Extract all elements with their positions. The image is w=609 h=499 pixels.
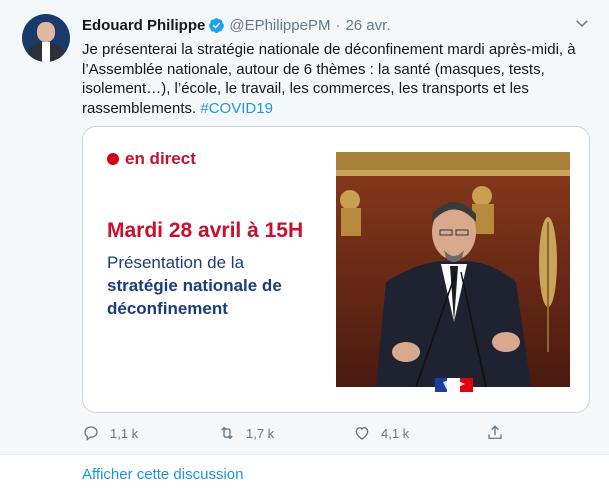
card-subtitle-line3: déconfinement	[107, 299, 228, 318]
reply-action[interactable]: 1,1 k	[82, 424, 138, 442]
tweet-footer: Afficher cette discussion	[0, 456, 609, 499]
live-label: en direct	[125, 149, 196, 168]
tweet-date[interactable]: 26 avr.	[345, 17, 390, 34]
card-subtitle-line2: stratégie nationale de	[107, 276, 282, 295]
reply-count: 1,1 k	[110, 425, 139, 441]
like-action[interactable]: 4,1 k	[353, 424, 409, 442]
avatar-shirt	[42, 42, 50, 62]
author-name[interactable]: Edouard Philippe	[82, 17, 205, 34]
share-action[interactable]	[486, 424, 514, 442]
reply-icon[interactable]	[82, 424, 100, 442]
live-dot	[107, 153, 119, 165]
tweet-body: Je présenterai la stratégie nationale de…	[82, 41, 576, 117]
tweet-actions: 1,1 k 1,7 k 4,1 k	[82, 424, 512, 446]
tweet-text: Je présenterai la stratégie nationale de…	[82, 40, 582, 118]
hashtag-link[interactable]: #COVID19	[200, 100, 273, 117]
live-indicator: en direct	[107, 149, 196, 169]
avatar[interactable]	[22, 14, 70, 62]
card-subtitle-line1: Présentation de la	[107, 253, 245, 272]
tweet-header: Edouard Philippe @EPhilippePM · 26 avr.	[82, 15, 390, 35]
chevron-down-icon[interactable]	[573, 14, 591, 32]
like-icon[interactable]	[353, 424, 371, 442]
avatar-face	[37, 22, 55, 42]
retweet-icon[interactable]	[218, 424, 236, 442]
separator-dot: ·	[335, 16, 341, 34]
share-icon[interactable]	[486, 424, 504, 442]
like-count: 4,1 k	[381, 425, 410, 441]
retweet-action[interactable]: 1,7 k	[218, 424, 274, 442]
author-handle[interactable]: @EPhilippePM	[229, 17, 330, 34]
tweet[interactable]: Edouard Philippe @EPhilippePM · 26 avr. …	[0, 0, 609, 455]
retweet-count: 1,7 k	[246, 425, 275, 441]
card-headline: Mardi 28 avril à 15H	[107, 219, 304, 242]
speaker-photo	[336, 152, 570, 387]
french-republic-logo	[435, 378, 473, 392]
show-thread-link[interactable]: Afficher cette discussion	[82, 466, 243, 483]
verified-badge-icon	[209, 17, 225, 33]
media-card[interactable]: en direct Mardi 28 avril à 15H Présentat…	[82, 126, 590, 413]
